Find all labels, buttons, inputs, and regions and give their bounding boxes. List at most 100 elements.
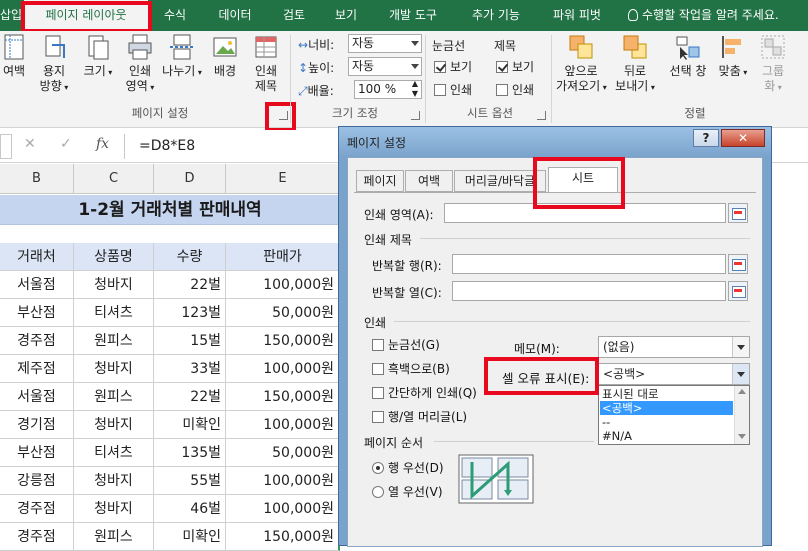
tab-power-pivot[interactable]: 파워 피벗: [542, 0, 612, 31]
listbox-scrollbar[interactable]: [734, 386, 749, 444]
size-button[interactable]: 크기 ▾: [82, 33, 114, 80]
height-combo[interactable]: 자동: [348, 57, 422, 76]
table-cell[interactable]: 22벌: [154, 271, 226, 299]
cell-errors-listbox[interactable]: 표시된 대로 <공백> -- #N/A: [598, 385, 750, 445]
table-cell[interactable]: 경주점: [0, 495, 74, 523]
name-box[interactable]: [0, 134, 12, 159]
cancel-icon[interactable]: ✕: [24, 136, 36, 152]
background-button[interactable]: 배경: [208, 33, 242, 79]
scale-dialog-launcher[interactable]: [411, 111, 420, 120]
table-cell[interactable]: 청바지: [74, 411, 154, 439]
tell-me-box[interactable]: 수행할 작업을 알려 주세요.: [628, 0, 808, 31]
page-setup-dialog-launcher[interactable]: [279, 111, 288, 120]
table-cell[interactable]: 15벌: [154, 327, 226, 355]
table-cell[interactable]: 150,000원: [226, 523, 340, 551]
cell-errors-option-selected[interactable]: <공백>: [600, 401, 733, 415]
cell-errors-dropdown[interactable]: <공백>: [598, 363, 750, 385]
cols-repeat-collapse-icon[interactable]: [728, 281, 748, 301]
table-cell[interactable]: 원피스: [74, 523, 154, 551]
table-cell[interactable]: 원피스: [74, 383, 154, 411]
table-cell[interactable]: 100,000원: [226, 271, 340, 299]
tab-developer[interactable]: 개발 도구: [378, 0, 448, 31]
tab-data[interactable]: 데이터: [206, 0, 264, 31]
draft-quality-checkbox[interactable]: 간단하게 인쇄(Q): [372, 384, 477, 401]
table-cell[interactable]: 청바지: [74, 355, 154, 383]
align-button[interactable]: 맞춤 ▾: [716, 33, 750, 80]
header-cell[interactable]: 상품명: [74, 243, 154, 271]
black-and-white-checkbox[interactable]: 흑백으로(B): [372, 360, 450, 377]
table-cell[interactable]: 100,000원: [226, 495, 340, 523]
insert-function-icon[interactable]: fx: [96, 136, 109, 152]
cols-repeat-input[interactable]: [452, 281, 726, 301]
table-cell[interactable]: 서울점: [0, 383, 74, 411]
table-cell[interactable]: 청바지: [74, 467, 154, 495]
tab-header-footer[interactable]: 머리글/바닥글: [454, 170, 546, 192]
table-cell[interactable]: 서울점: [0, 271, 74, 299]
close-button[interactable]: ✕: [721, 129, 765, 147]
table-cell[interactable]: 부산점: [0, 299, 74, 327]
tab-formulas[interactable]: 수식: [152, 0, 198, 31]
bring-forward-button[interactable]: 앞으로 가져오기 ▾: [556, 33, 607, 95]
scale-spinner[interactable]: 100 % ▲ ▼: [354, 79, 422, 99]
table-cell[interactable]: 경주점: [0, 523, 74, 551]
help-button[interactable]: ?: [693, 129, 719, 147]
header-cell[interactable]: 거래처: [0, 243, 74, 271]
table-cell[interactable]: 123벌: [154, 299, 226, 327]
row-col-headings-checkbox[interactable]: 행/열 머리글(L): [372, 408, 467, 425]
cell-errors-option[interactable]: --: [600, 415, 733, 429]
table-cell[interactable]: 100,000원: [226, 355, 340, 383]
worksheet[interactable]: B C D E 1-2월 거래처별 판매내역 거래처 상품명 수량 판매가 서울…: [0, 164, 340, 551]
headings-print-checkbox[interactable]: 인쇄: [496, 81, 534, 98]
sheet-title[interactable]: 1-2월 거래처별 판매내역: [0, 195, 340, 225]
tab-insert[interactable]: 삽입: [0, 0, 22, 31]
print-area-input[interactable]: [444, 203, 726, 223]
table-cell[interactable]: 55벌: [154, 467, 226, 495]
table-cell[interactable]: 미확인: [154, 523, 226, 551]
selection-pane-button[interactable]: 선택 창: [664, 33, 712, 79]
rows-repeat-collapse-icon[interactable]: [728, 254, 748, 274]
down-then-over-radio[interactable]: 행 우선(D): [372, 459, 444, 476]
gridlines-checkbox[interactable]: 눈금선(G): [372, 336, 440, 353]
enter-icon[interactable]: ✓: [60, 136, 72, 152]
breaks-button[interactable]: 나누기 ▾: [162, 33, 202, 80]
header-cell[interactable]: 수량: [154, 243, 226, 271]
table-cell[interactable]: 청바지: [74, 271, 154, 299]
tab-page-layout[interactable]: 페이지 레이아웃: [24, 0, 148, 31]
tab-add-ins[interactable]: 추가 기능: [456, 0, 536, 31]
send-backward-button[interactable]: 뒤로 보내기 ▾: [612, 33, 658, 95]
print-titles-button[interactable]: 인쇄 제목: [248, 33, 284, 94]
cell-errors-option[interactable]: #N/A: [600, 429, 733, 443]
tab-page[interactable]: 페이지: [356, 170, 404, 192]
table-cell[interactable]: 청바지: [74, 495, 154, 523]
rows-repeat-input[interactable]: [452, 254, 726, 274]
print-area-collapse-icon[interactable]: [728, 203, 748, 223]
print-area-button[interactable]: 인쇄 영역 ▾: [120, 33, 160, 95]
table-cell[interactable]: 티셔츠: [74, 439, 154, 467]
table-cell[interactable]: 50,000원: [226, 299, 340, 327]
scroll-up-icon[interactable]: [738, 389, 746, 394]
comments-dropdown[interactable]: (없음): [598, 336, 750, 358]
table-cell[interactable]: 강릉점: [0, 467, 74, 495]
table-cell[interactable]: 46벌: [154, 495, 226, 523]
table-cell[interactable]: 100,000원: [226, 467, 340, 495]
table-cell[interactable]: 경주점: [0, 327, 74, 355]
table-cell[interactable]: 티셔츠: [74, 299, 154, 327]
table-cell[interactable]: 원피스: [74, 327, 154, 355]
table-cell[interactable]: 33벌: [154, 355, 226, 383]
table-cell[interactable]: 100,000원: [226, 411, 340, 439]
column-header-b[interactable]: B: [0, 164, 74, 194]
width-combo[interactable]: 자동: [348, 34, 422, 53]
table-cell[interactable]: 150,000원: [226, 327, 340, 355]
header-cell[interactable]: 판매가: [226, 243, 340, 271]
orientation-button[interactable]: 용지 방향 ▾: [36, 33, 72, 95]
headings-view-checkbox[interactable]: 보기: [496, 58, 534, 75]
gridlines-view-checkbox[interactable]: 보기: [434, 58, 472, 75]
gridlines-print-checkbox[interactable]: 인쇄: [434, 81, 472, 98]
cell-errors-option[interactable]: 표시된 대로: [600, 387, 733, 401]
tab-margins[interactable]: 여백: [405, 170, 453, 192]
column-header-e[interactable]: E: [226, 164, 340, 194]
table-cell[interactable]: 경기점: [0, 411, 74, 439]
margins-button[interactable]: 여백: [0, 33, 32, 79]
table-cell[interactable]: 부산점: [0, 439, 74, 467]
sheet-options-dialog-launcher[interactable]: [537, 111, 546, 120]
